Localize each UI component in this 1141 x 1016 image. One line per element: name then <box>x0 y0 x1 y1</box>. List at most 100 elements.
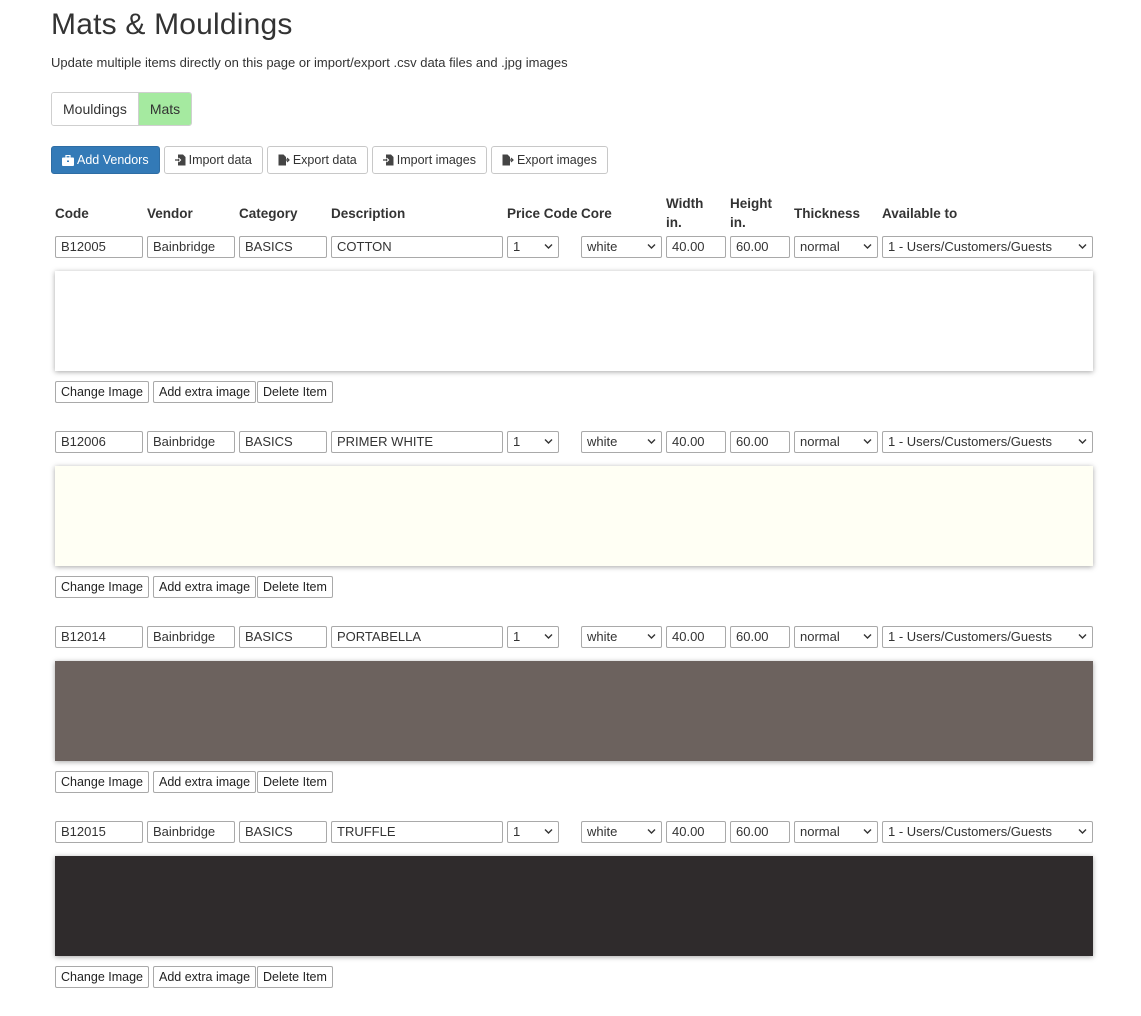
width-input[interactable]: 40.00 <box>666 236 726 258</box>
change-image-button[interactable]: Change Image <box>55 771 150 793</box>
code-input[interactable]: B12015 <box>55 821 143 843</box>
price-code-value: 1 <box>513 434 521 449</box>
height-input[interactable]: 60.00 <box>730 431 790 453</box>
price-code-select[interactable]: 1 <box>507 431 559 453</box>
item-row: B12014 Bainbridge BASICS PORTABELLA 1 wh… <box>0 626 1141 821</box>
column-header-thickness: Thickness <box>794 206 861 221</box>
chevron-down-icon <box>647 439 656 444</box>
add-extra-image-button[interactable]: Add extra image <box>153 381 257 403</box>
page-title: Mats & Mouldings <box>51 8 293 41</box>
column-header-available-to: Available to <box>882 206 958 221</box>
import-images-button[interactable]: Import images <box>371 146 487 174</box>
core-value: white <box>587 824 618 839</box>
vendor-input[interactable]: Bainbridge <box>147 821 235 843</box>
price-code-select[interactable]: 1 <box>507 821 559 843</box>
column-header-width-line1: Width <box>666 196 704 211</box>
column-header-description: Description <box>331 206 406 221</box>
add-extra-image-button[interactable]: Add extra image <box>153 966 257 988</box>
price-code-value: 1 <box>513 239 521 254</box>
item-row: B12015 Bainbridge BASICS TRUFFLE 1 white… <box>0 821 1141 1016</box>
category-input[interactable]: BASICS <box>239 821 327 843</box>
change-image-button[interactable]: Change Image <box>55 381 150 403</box>
available-to-select[interactable]: 1 - Users/Customers/Guests <box>882 236 1093 258</box>
thickness-value: normal <box>800 629 840 644</box>
width-input[interactable]: 40.00 <box>666 821 726 843</box>
add-extra-image-button[interactable]: Add extra image <box>153 771 257 793</box>
available-to-select[interactable]: 1 - Users/Customers/Guests <box>882 431 1093 453</box>
chevron-down-icon <box>863 634 872 639</box>
mat-swatch-image <box>55 466 1093 566</box>
chevron-down-icon <box>544 634 553 639</box>
price-code-value: 1 <box>513 629 521 644</box>
add-vendors-button[interactable]: Add Vendors <box>51 146 160 174</box>
column-header-width-line2: in. <box>666 215 682 230</box>
chevron-down-icon <box>1078 244 1087 249</box>
width-input[interactable]: 40.00 <box>666 431 726 453</box>
vendor-input[interactable]: Bainbridge <box>147 626 235 648</box>
core-select[interactable]: white <box>581 236 662 258</box>
export-images-button[interactable]: Export images <box>490 146 608 174</box>
height-input[interactable]: 60.00 <box>730 626 790 648</box>
thickness-select[interactable]: normal <box>794 821 878 843</box>
delete-item-button[interactable]: Delete Item <box>257 381 333 403</box>
file-import-icon <box>174 154 186 166</box>
available-to-value: 1 - Users/Customers/Guests <box>888 434 1052 449</box>
mat-swatch-image <box>55 271 1093 371</box>
description-input[interactable]: COTTON <box>331 236 503 258</box>
available-to-select[interactable]: 1 - Users/Customers/Guests <box>882 821 1093 843</box>
height-input[interactable]: 60.00 <box>730 821 790 843</box>
import-images-label: Import images <box>396 153 476 167</box>
thickness-value: normal <box>800 434 840 449</box>
available-to-select[interactable]: 1 - Users/Customers/Guests <box>882 626 1093 648</box>
column-header-height-line2: in. <box>730 215 746 230</box>
category-input[interactable]: BASICS <box>239 626 327 648</box>
description-input[interactable]: PRIMER WHITE <box>331 431 503 453</box>
tab-mats[interactable]: Mats <box>137 93 192 125</box>
thickness-select[interactable]: normal <box>794 236 878 258</box>
column-header-width: Width in. <box>666 194 703 232</box>
height-input[interactable]: 60.00 <box>730 236 790 258</box>
chevron-down-icon <box>1078 634 1087 639</box>
delete-item-button[interactable]: Delete Item <box>257 576 333 598</box>
vendor-input[interactable]: Bainbridge <box>147 431 235 453</box>
item-row: B12005 Bainbridge BASICS COTTON 1 white … <box>0 236 1141 431</box>
change-image-button[interactable]: Change Image <box>55 966 150 988</box>
add-extra-image-button[interactable]: Add extra image <box>153 576 257 598</box>
column-header-height-line1: Height <box>730 196 772 211</box>
chevron-down-icon <box>647 829 656 834</box>
thickness-select[interactable]: normal <box>794 626 878 648</box>
description-input[interactable]: TRUFFLE <box>331 821 503 843</box>
export-data-button[interactable]: Export data <box>266 146 368 174</box>
code-input[interactable]: B12014 <box>55 626 143 648</box>
code-input[interactable]: B12006 <box>55 431 143 453</box>
thickness-value: normal <box>800 239 840 254</box>
delete-item-button[interactable]: Delete Item <box>257 966 333 988</box>
thickness-select[interactable]: normal <box>794 431 878 453</box>
price-code-select[interactable]: 1 <box>507 626 559 648</box>
column-header-vendor: Vendor <box>147 206 193 221</box>
core-value: white <box>587 239 618 254</box>
description-input[interactable]: PORTABELLA <box>331 626 503 648</box>
file-export-icon <box>278 154 290 166</box>
change-image-button[interactable]: Change Image <box>55 576 150 598</box>
chevron-down-icon <box>1078 829 1087 834</box>
code-input[interactable]: B12005 <box>55 236 143 258</box>
width-input[interactable]: 40.00 <box>666 626 726 648</box>
core-select[interactable]: white <box>581 431 662 453</box>
core-value: white <box>587 629 618 644</box>
column-header-core: Core <box>581 206 612 221</box>
category-input[interactable]: BASICS <box>239 431 327 453</box>
vendor-input[interactable]: Bainbridge <box>147 236 235 258</box>
file-export-icon <box>502 154 514 166</box>
tab-mouldings[interactable]: Mouldings <box>52 93 138 125</box>
import-data-button[interactable]: Import data <box>163 146 263 174</box>
toolbar: Add Vendors Import data Export data Impo… <box>51 146 608 174</box>
delete-item-button[interactable]: Delete Item <box>257 771 333 793</box>
type-tabs: Mouldings Mats <box>51 92 193 126</box>
chevron-down-icon <box>863 439 872 444</box>
price-code-select[interactable]: 1 <box>507 236 559 258</box>
category-input[interactable]: BASICS <box>239 236 327 258</box>
core-select[interactable]: white <box>581 821 662 843</box>
page-subtitle: Update multiple items directly on this p… <box>51 55 568 70</box>
core-select[interactable]: white <box>581 626 662 648</box>
